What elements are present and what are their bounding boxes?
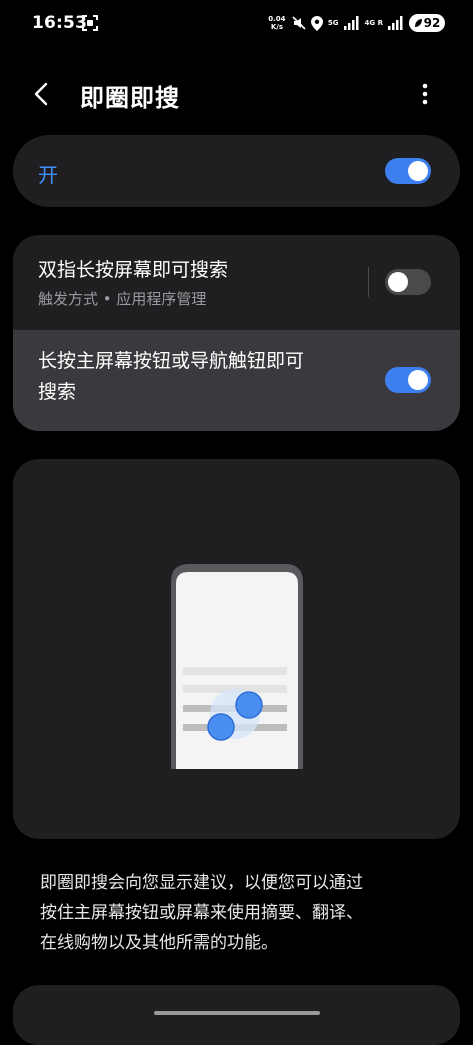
net-speed-value: 0.04	[268, 15, 286, 23]
status-time: 16:53	[32, 13, 88, 33]
toggle-knob	[408, 161, 428, 181]
master-toggle-label: 开	[38, 163, 58, 187]
net-speed-unit: K/s	[270, 23, 283, 31]
more-vertical-icon[interactable]	[417, 80, 433, 108]
toggle-knob	[388, 272, 408, 292]
battery-indicator: 92	[409, 14, 445, 32]
chevron-left-icon[interactable]	[28, 80, 58, 108]
option-subtitle: 触发方式 • 应用程序管理	[38, 290, 207, 308]
option-title-line: 搜索	[38, 381, 77, 403]
home-button-toggle-switch[interactable]	[385, 367, 431, 393]
location-icon	[310, 15, 323, 31]
option-title: 双指长按屏幕即可搜索	[38, 259, 229, 281]
two-finger-toggle-switch[interactable]	[385, 269, 431, 295]
signal-icon	[388, 16, 403, 30]
roaming-indicator: R	[377, 19, 383, 27]
battery-level: 92	[423, 16, 441, 30]
option-home-button-search[interactable]: 长按主屏幕按钮或导航触钮即可 搜索	[13, 330, 460, 431]
network-4g-label: 4G R	[365, 19, 383, 27]
screenshot-icon	[82, 15, 98, 31]
signal-icon	[343, 16, 359, 30]
toggle-knob	[408, 370, 428, 390]
network-4g-text: 4G	[364, 19, 376, 27]
status-icons: 0.04 K/s 5G 4G R 92	[267, 12, 445, 34]
app-header: 即圈即搜	[0, 70, 473, 118]
network-5g-label: 5G	[327, 19, 339, 27]
description-line: 即圈即搜会向您显示建议，以便您可以通过	[40, 873, 363, 893]
option-two-finger-search[interactable]: 双指长按屏幕即可搜索 触发方式 • 应用程序管理	[13, 235, 460, 330]
battery-saver-icon	[414, 19, 422, 27]
master-toggle-card[interactable]: 开	[13, 135, 460, 207]
phone-illustration	[171, 564, 303, 769]
divider	[368, 267, 369, 297]
page-title: 即圈即搜	[80, 84, 180, 112]
illustration-card	[13, 459, 460, 839]
feature-description: 即圈即搜会向您显示建议，以便您可以通过 按住主屏幕按钮或屏幕来使用摘要、翻译、 …	[40, 868, 440, 958]
option-title: 长按主屏幕按钮或导航触钮即可 搜索	[38, 346, 304, 408]
home-indicator[interactable]	[154, 1011, 320, 1015]
status-bar: 16:53 0.04 K/s 5G 4G R 92	[0, 0, 473, 48]
option-title-line: 长按主屏幕按钮或导航触钮即可	[38, 350, 305, 372]
net-speed: 0.04 K/s	[267, 15, 287, 31]
options-card: 双指长按屏幕即可搜索 触发方式 • 应用程序管理 长按主屏幕按钮或导航触钮即可 …	[13, 235, 460, 431]
mute-icon	[292, 16, 306, 30]
description-line: 在线购物以及其他所需的功能。	[40, 933, 278, 953]
master-toggle-switch[interactable]	[385, 158, 431, 184]
next-settings-card	[13, 985, 460, 1045]
description-line: 按住主屏幕按钮或屏幕来使用摘要、翻译、	[40, 903, 363, 923]
